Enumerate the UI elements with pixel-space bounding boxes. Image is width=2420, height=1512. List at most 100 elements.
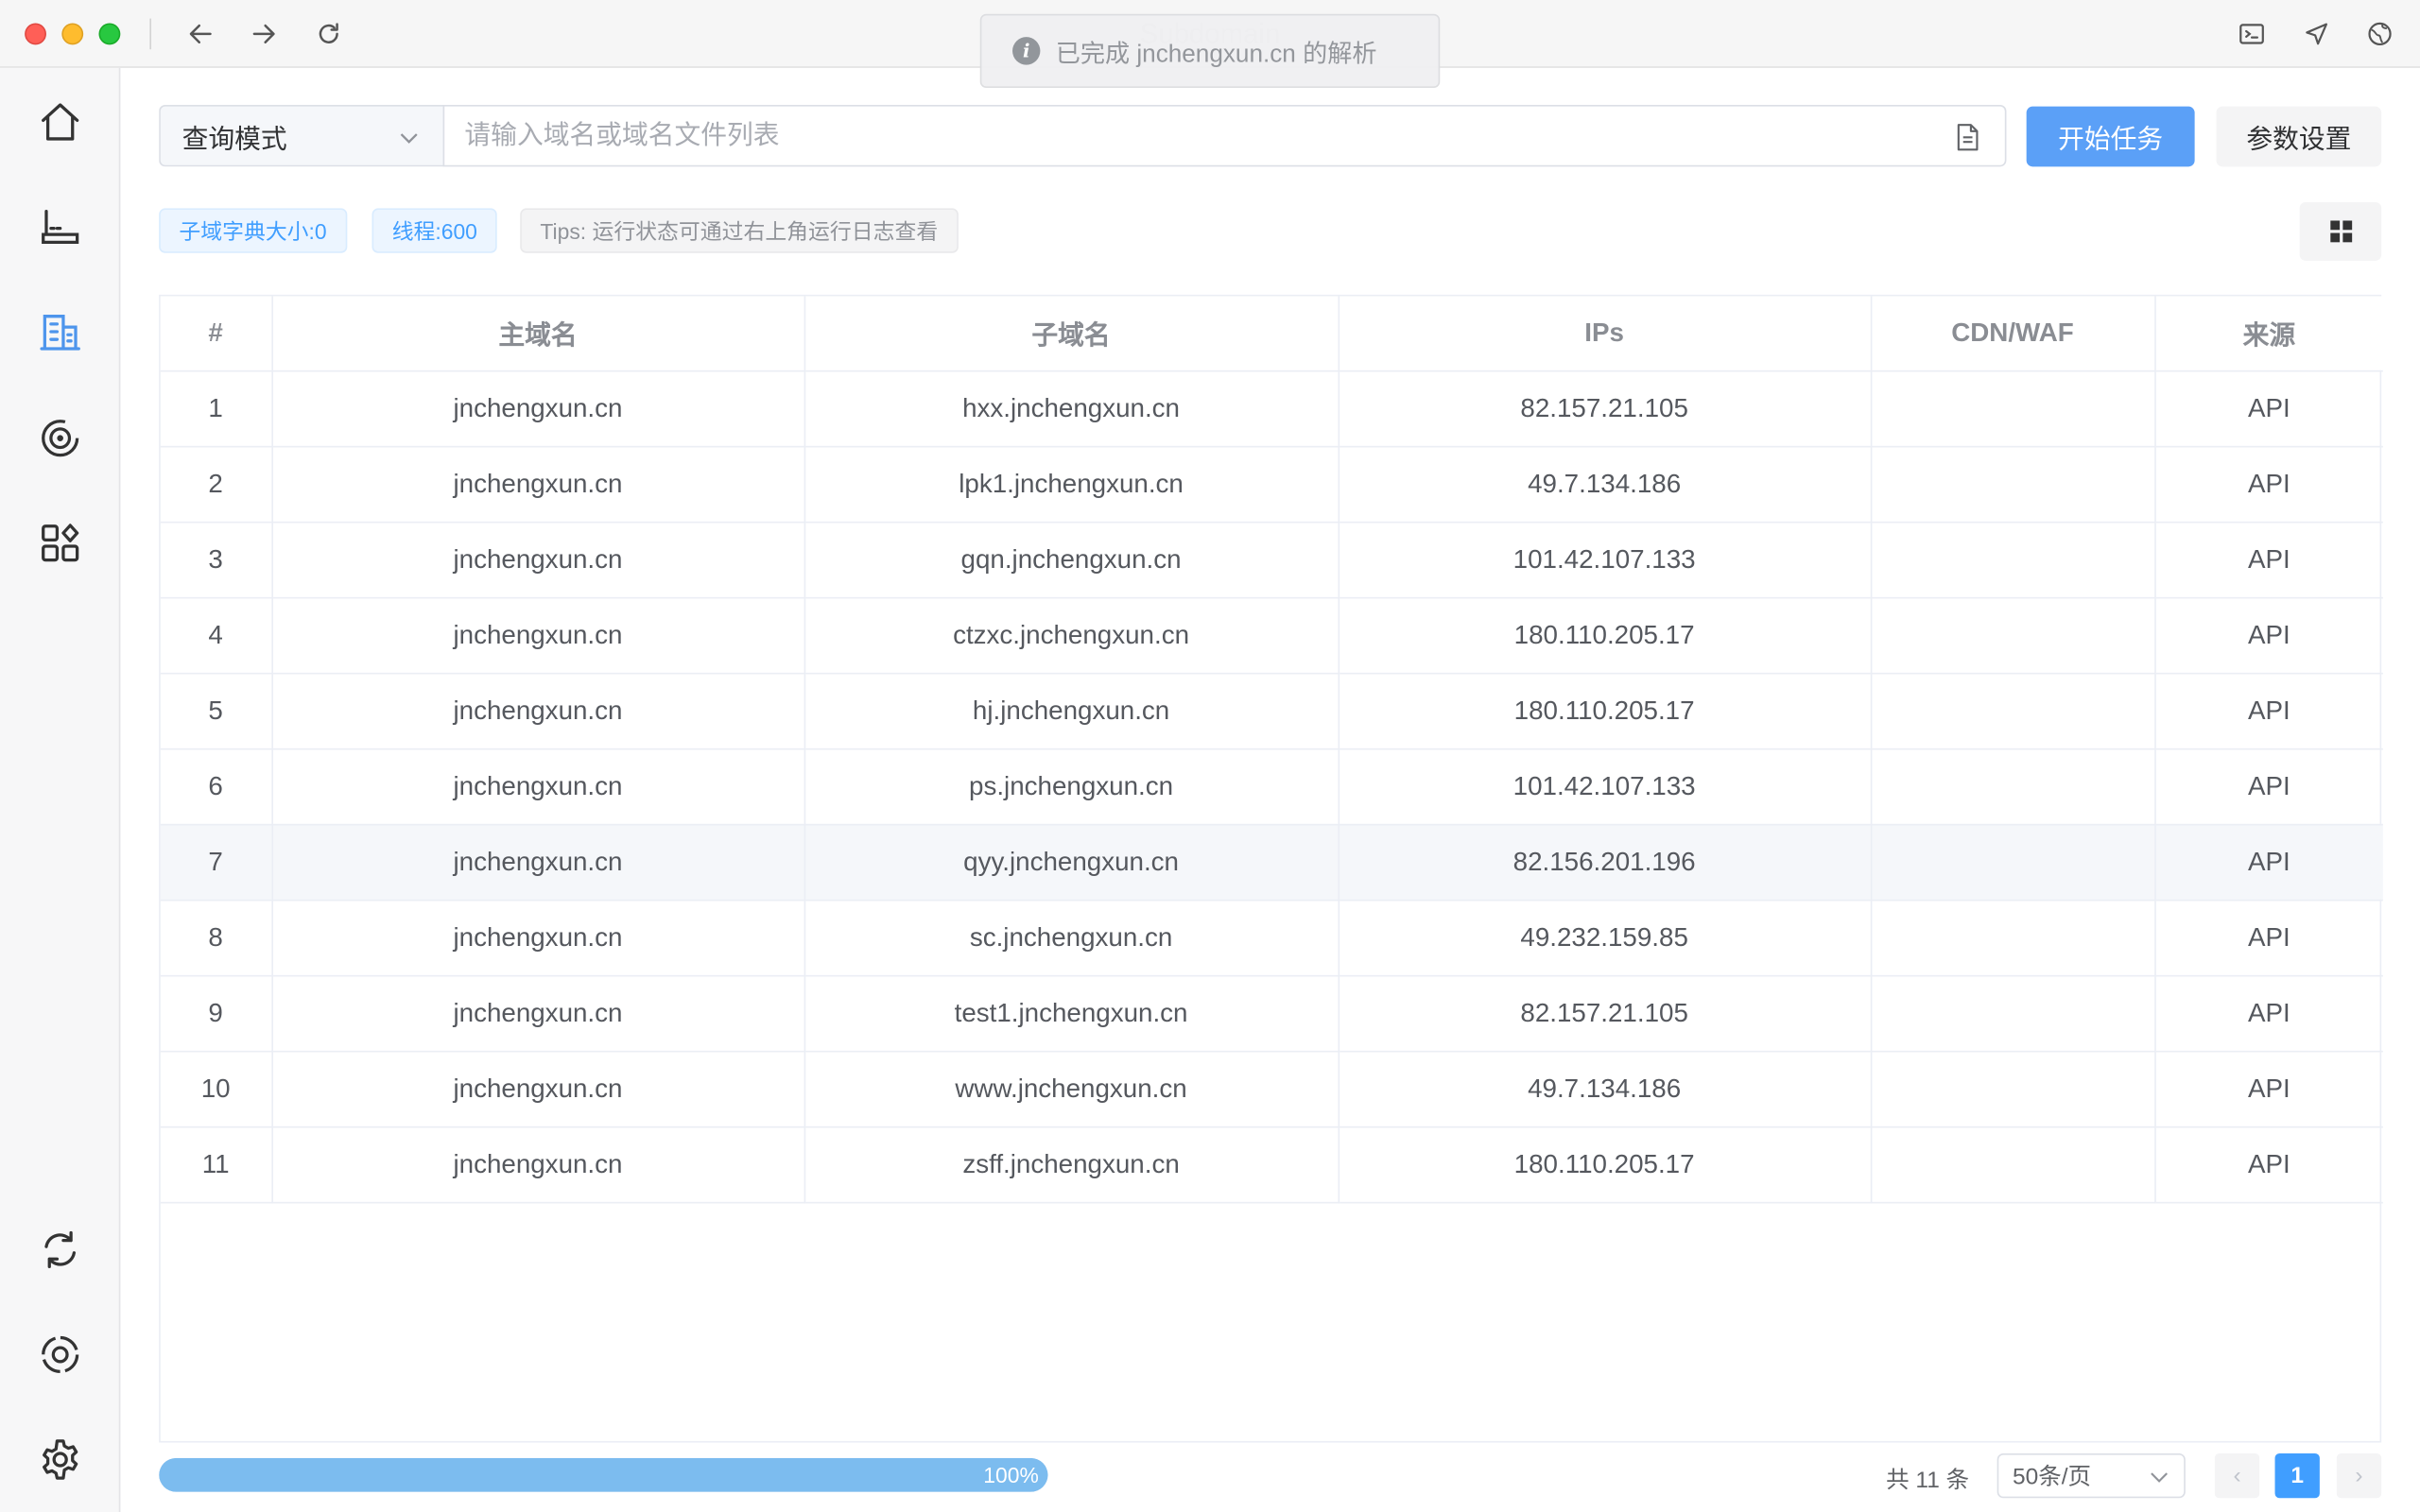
dict-size-tag: 子域字典大小:0	[159, 208, 347, 253]
cell-source: API	[2154, 823, 2383, 901]
cell-subdomain: ps.jnchengxun.cn	[804, 747, 1340, 825]
cell-domain: jnchengxun.cn	[271, 823, 805, 901]
sidebar	[0, 67, 121, 1512]
cell-domain: jnchengxun.cn	[271, 899, 805, 976]
router-icon	[42, 210, 79, 244]
column-header-ips[interactable]: IPs	[1338, 296, 1872, 371]
cell-domain: jnchengxun.cn	[271, 747, 805, 825]
cell-subdomain: hj.jnchengxun.cn	[804, 672, 1340, 749]
cell-ip: 49.7.134.186	[1338, 445, 1872, 523]
cell-ip: 180.110.205.17	[1338, 1125, 1872, 1203]
cell-cdn	[1870, 747, 2155, 825]
cell-index: 10	[160, 1050, 273, 1127]
page-1-button[interactable]: 1	[2274, 1452, 2320, 1499]
cell-subdomain: test1.jnchengxun.cn	[804, 974, 1340, 1052]
cell-ip: 82.157.21.105	[1338, 369, 1872, 447]
cell-source: API	[2154, 1125, 2383, 1203]
table-row[interactable]: 6 jnchengxun.cn ps.jnchengxun.cn 101.42.…	[160, 747, 2383, 825]
cell-domain: jnchengxun.cn	[271, 672, 805, 749]
sidebar-item-network[interactable]	[29, 195, 91, 256]
cell-subdomain: gqn.jnchengxun.cn	[804, 521, 1340, 598]
table-row[interactable]: 10 jnchengxun.cn www.jnchengxun.cn 49.7.…	[160, 1050, 2383, 1127]
column-header-source[interactable]: 来源	[2154, 296, 2383, 371]
domain-input[interactable]	[444, 106, 1895, 165]
table-row[interactable]: 3 jnchengxun.cn gqn.jnchengxun.cn 101.42…	[160, 521, 2383, 598]
sidebar-item-update[interactable]	[29, 1219, 91, 1280]
cell-domain: jnchengxun.cn	[271, 445, 805, 523]
table-row-hovered[interactable]: 7 jnchengxun.cn qyy.jnchengxun.cn 82.156…	[160, 823, 2383, 901]
prev-page-button[interactable]: ‹	[2214, 1452, 2260, 1499]
task-progress-bar: 100%	[159, 1457, 1048, 1492]
sidebar-item-focus[interactable]	[29, 1324, 91, 1385]
cell-subdomain: ctzxc.jnchengxun.cn	[804, 596, 1340, 674]
column-header-domain[interactable]: 主域名	[271, 296, 805, 371]
cell-ip: 49.7.134.186	[1338, 1050, 1872, 1127]
sidebar-item-apps[interactable]	[29, 512, 91, 574]
send-icon[interactable]	[2300, 17, 2334, 51]
cell-cdn	[1870, 445, 2155, 523]
cell-subdomain: zsff.jnchengxun.cn	[804, 1125, 1340, 1203]
start-task-button[interactable]: 开始任务	[2026, 106, 2195, 167]
terminal-log-icon[interactable]	[2235, 17, 2269, 51]
table-row[interactable]: 11 jnchengxun.cn zsff.jnchengxun.cn 180.…	[160, 1125, 2383, 1203]
table-row[interactable]: 8 jnchengxun.cn sc.jnchengxun.cn 49.232.…	[160, 899, 2383, 976]
home-icon	[42, 103, 79, 141]
table-row[interactable]: 2 jnchengxun.cn lpk1.jnchengxun.cn 49.7.…	[160, 445, 2383, 523]
progress-fill: 100%	[159, 1457, 1048, 1492]
column-header-index[interactable]: #	[160, 296, 273, 371]
cell-index: 2	[160, 445, 273, 523]
cell-index: 9	[160, 974, 273, 1052]
app-window: Subdomain i 已完成 jnchengxun.cn 的解析	[0, 0, 2420, 1512]
cell-domain: jnchengxun.cn	[271, 369, 805, 447]
cell-source: API	[2154, 899, 2383, 976]
target-icon	[42, 1335, 79, 1374]
table-row[interactable]: 1 jnchengxun.cn hxx.jnchengxun.cn 82.157…	[160, 369, 2383, 447]
radar-icon	[42, 420, 79, 457]
column-header-subdomain[interactable]: 子域名	[804, 296, 1340, 371]
cell-cdn	[1870, 1050, 2155, 1127]
total-count: 共 11 条	[1886, 1467, 1970, 1494]
cell-ip: 101.42.107.133	[1338, 521, 1872, 598]
table-row[interactable]: 9 jnchengxun.cn test1.jnchengxun.cn 82.1…	[160, 974, 2383, 1052]
query-mode-select[interactable]: 查询模式	[159, 105, 445, 167]
cell-source: API	[2154, 1050, 2383, 1127]
cell-subdomain: hxx.jnchengxun.cn	[804, 369, 1340, 447]
sidebar-item-domain[interactable]	[29, 301, 91, 362]
cell-source: API	[2154, 596, 2383, 674]
cell-cdn	[1870, 369, 2155, 447]
table-header-row: # 主域名 子域名 IPs CDN/WAF 来源	[160, 296, 2383, 371]
cell-cdn	[1870, 899, 2155, 976]
cell-ip: 82.157.21.105	[1338, 974, 1872, 1052]
cell-cdn	[1870, 596, 2155, 674]
column-header-cdn-waf[interactable]: CDN/WAF	[1870, 296, 2155, 371]
sync-icon	[44, 1230, 76, 1269]
cell-ip: 180.110.205.17	[1338, 596, 1872, 674]
cell-domain: jnchengxun.cn	[271, 521, 805, 598]
sidebar-item-settings[interactable]	[29, 1429, 91, 1490]
view-toggle-button[interactable]	[2299, 201, 2382, 261]
cell-cdn	[1870, 823, 2155, 901]
table-row[interactable]: 5 jnchengxun.cn hj.jnchengxun.cn 180.110…	[160, 672, 2383, 749]
cell-source: API	[2154, 521, 2383, 598]
domain-search-box	[442, 105, 2007, 167]
cell-source: API	[2154, 369, 2383, 447]
parameter-settings-button[interactable]: 参数设置	[2216, 106, 2382, 167]
next-page-button[interactable]: ›	[2336, 1452, 2382, 1499]
cell-source: API	[2154, 672, 2383, 749]
cell-source: API	[2154, 747, 2383, 825]
toast-text: 已完成 jnchengxun.cn 的解析	[1055, 42, 1377, 68]
apps-grid-icon	[42, 524, 79, 562]
cell-index: 11	[160, 1125, 273, 1203]
page-size-label: 50条/页	[2012, 1464, 2092, 1491]
sidebar-item-home[interactable]	[29, 91, 91, 152]
progress-text: 100%	[983, 1462, 1039, 1487]
cell-index: 8	[160, 899, 273, 976]
cell-index: 5	[160, 672, 273, 749]
grid-view-icon	[2329, 220, 2352, 243]
cell-cdn	[1870, 1125, 2155, 1203]
sidebar-item-scan[interactable]	[29, 407, 91, 469]
page-size-select[interactable]: 50条/页	[1996, 1452, 2186, 1499]
globe-icon[interactable]	[2363, 17, 2397, 51]
table-row[interactable]: 4 jnchengxun.cn ctzxc.jnchengxun.cn 180.…	[160, 596, 2383, 674]
file-list-icon[interactable]	[1956, 124, 1980, 151]
